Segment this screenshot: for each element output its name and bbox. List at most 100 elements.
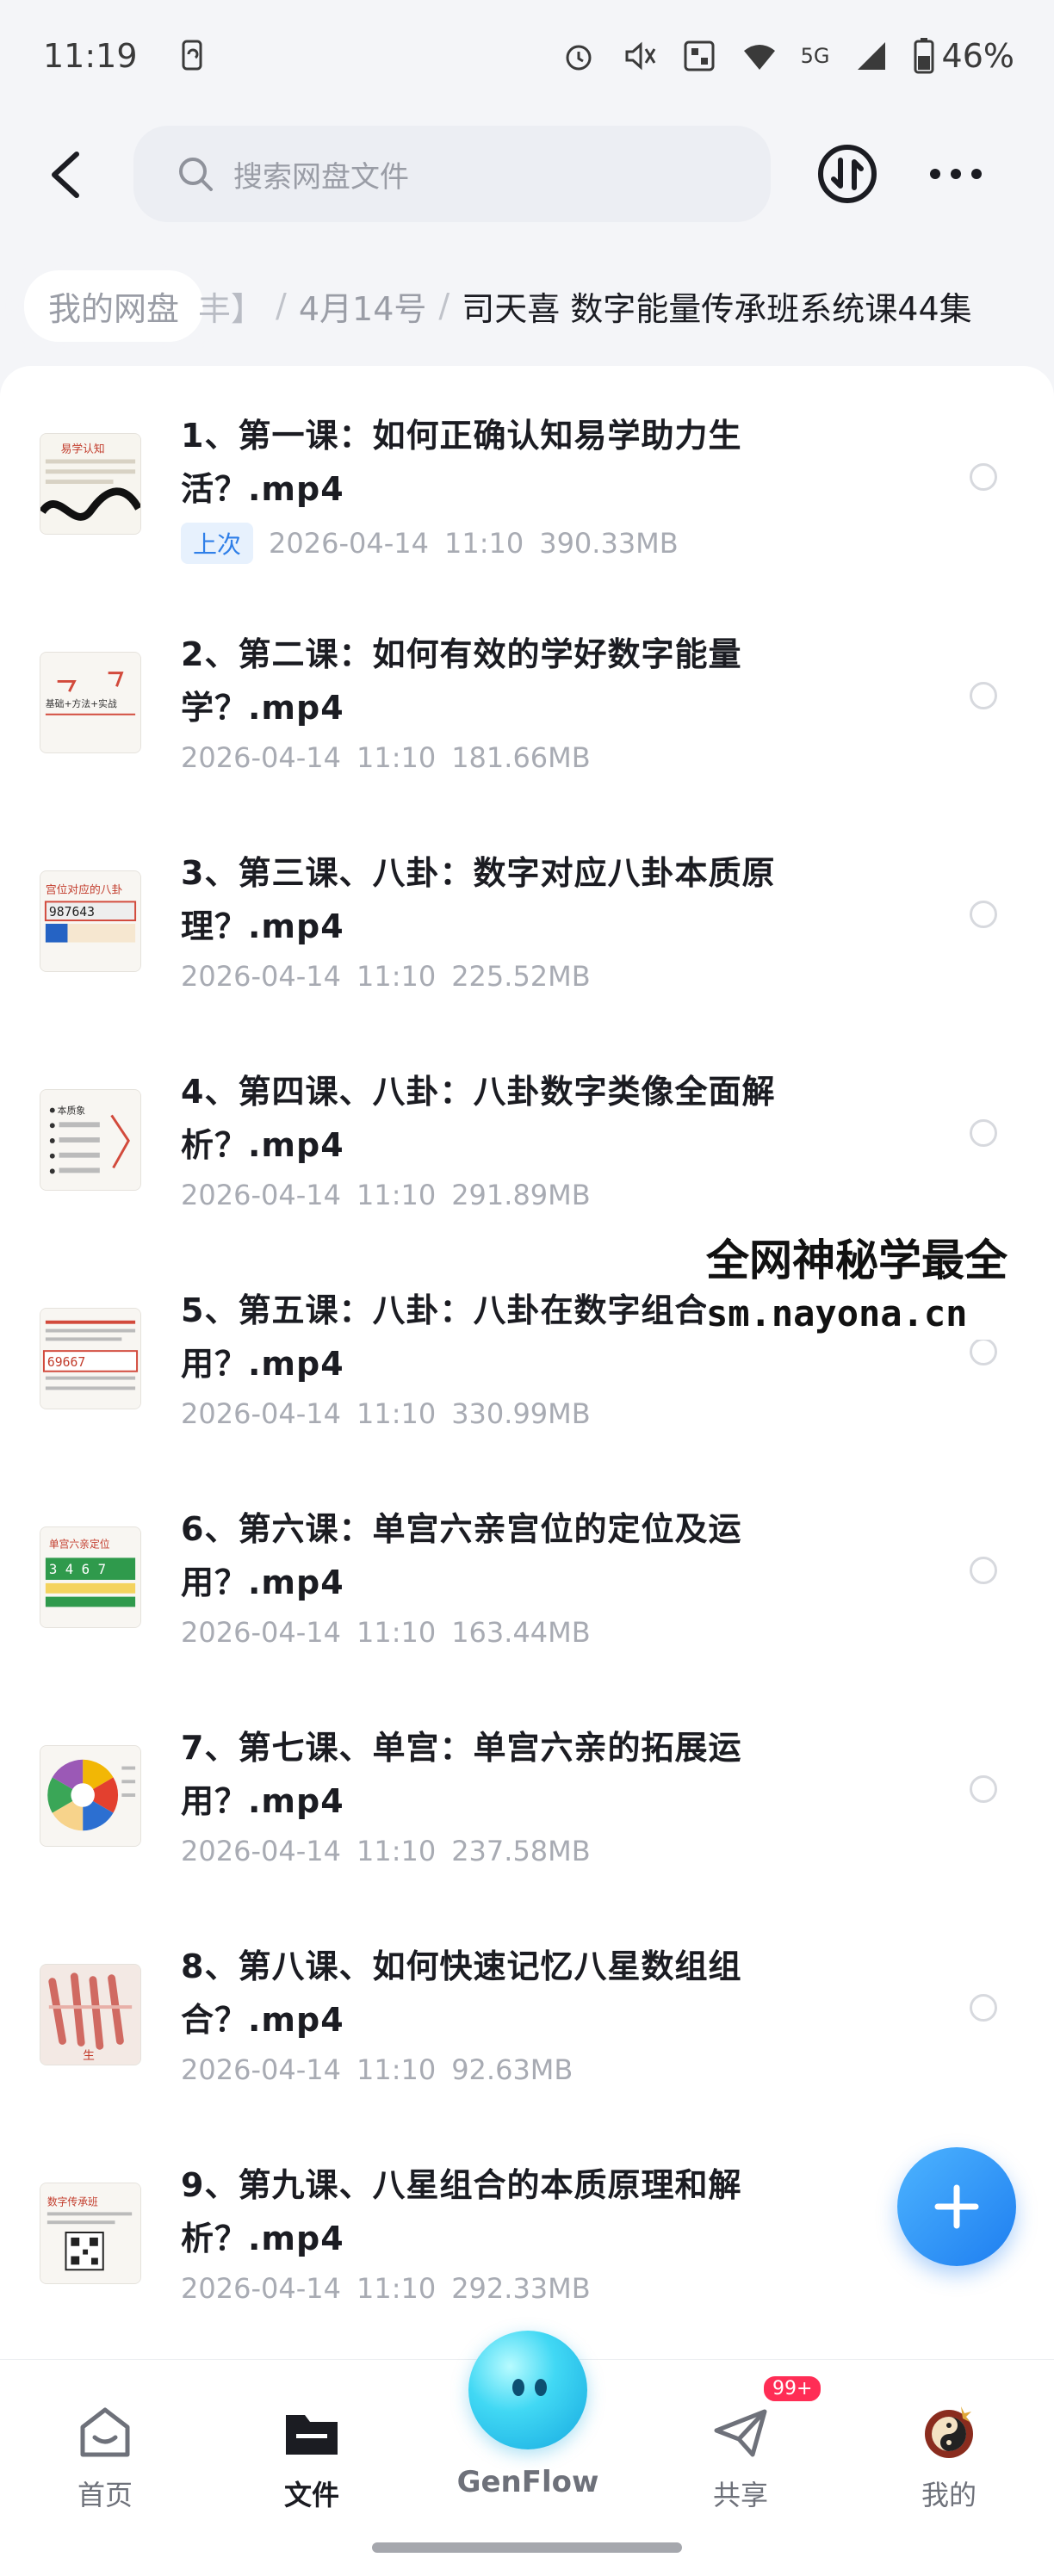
- file-meta: 2026-04-14 11:10 225.52MB: [181, 960, 591, 993]
- select-radio[interactable]: [970, 1119, 997, 1147]
- file-title: 8、第八课、如何快速记忆八星数组组合？.mp4: [181, 1947, 742, 2039]
- select-radio[interactable]: [970, 1338, 997, 1365]
- file-date: 2026-04-14: [181, 1179, 341, 1211]
- file-time: 11:10: [356, 960, 437, 993]
- file-size: 390.33MB: [539, 527, 679, 560]
- more-dot-icon: [930, 169, 940, 179]
- add-button[interactable]: [897, 2147, 1016, 2266]
- breadcrumb-separator: /: [438, 287, 450, 325]
- file-size: 225.52MB: [451, 960, 591, 993]
- chevron-left-icon: [52, 152, 79, 198]
- watermark-line2: sm.nayona.cn: [706, 1292, 968, 1334]
- transfer-button[interactable]: [816, 143, 878, 205]
- nav-share-label: 共享: [712, 2479, 768, 2511]
- nav-genflow-label[interactable]: GenFlow: [431, 2465, 625, 2499]
- select-radio[interactable]: [970, 682, 997, 709]
- file-meta: 2026-04-14 11:10 237.58MB: [181, 1835, 591, 1867]
- file-time: 11:10: [356, 741, 437, 774]
- file-size: 291.89MB: [451, 1179, 591, 1211]
- home-icon: [80, 2407, 130, 2457]
- file-title: 9、第九课、八星组合的本质原理和解析？.mp4: [181, 2166, 742, 2257]
- file-time: 11:10: [443, 527, 524, 560]
- file-meta: 2026-04-14 11:10 291.89MB: [181, 1179, 591, 1211]
- file-time: 11:10: [356, 2272, 437, 2305]
- file-meta: 上次 2026-04-14 11:10 390.33MB: [181, 523, 679, 564]
- watermark-overlay: 全网神秘学最全 sm.nayona.cn: [706, 1233, 1054, 1340]
- more-options-button[interactable]: [921, 146, 990, 201]
- file-row[interactable]: 数字传承班 9、第九课、八星组合的本质原理和解析？.mp4 2026-04-14…: [0, 2115, 1054, 2334]
- file-row[interactable]: 单宫六亲定位 3 4 6 7 6、第六课：单宫六亲宫位的定位及运用？.mp4 2…: [0, 1459, 1054, 1678]
- file-row[interactable]: 本质象 4、第四课、八卦：八卦数字类像全面解析？.mp4 2026-04-14 …: [0, 1022, 1054, 1241]
- file-date: 2026-04-14: [269, 527, 429, 560]
- phone-sync-icon: [182, 40, 202, 71]
- file-title: 7、第七课、单宫：单宫六亲的拓展运用？.mp4: [181, 1729, 742, 1820]
- select-radio[interactable]: [970, 1775, 997, 1803]
- yin-yang-avatar-icon: [925, 2406, 973, 2458]
- nav-home[interactable]: 首页: [36, 2401, 174, 2513]
- file-row[interactable]: 基础+方法+实战 2、第二课：如何有效的学好数字能量学？.mp4 2026-04…: [0, 585, 1054, 803]
- more-dot-icon: [971, 169, 982, 179]
- breadcrumb: 我的网盘 丰】 / 4月14号 / 司天喜 数字能量传承班系统课44集: [0, 263, 1054, 349]
- file-meta: 2026-04-14 11:10 92.63MB: [181, 2053, 573, 2086]
- file-size: 92.63MB: [451, 2053, 574, 2086]
- file-size: 292.33MB: [451, 2272, 591, 2305]
- file-list: 易学认知 1、第一课：如何正确认知易学助力生活？.mp4 上次 2026-04-…: [0, 366, 1054, 2359]
- svg-text:3 4 6 7: 3 4 6 7: [49, 1561, 106, 1577]
- video-thumbnail: 生: [40, 1964, 141, 2065]
- breadcrumb-truncated[interactable]: 丰】: [198, 282, 264, 330]
- select-radio[interactable]: [970, 463, 997, 491]
- alarm-icon: [566, 45, 592, 71]
- file-date: 2026-04-14: [181, 1616, 341, 1649]
- breadcrumb-root[interactable]: 我的网盘: [24, 269, 204, 342]
- select-radio[interactable]: [970, 1994, 997, 2022]
- last-played-badge: 上次: [181, 523, 254, 564]
- file-date: 2026-04-14: [181, 1835, 341, 1867]
- nav-files-label: 文件: [283, 2479, 339, 2511]
- file-title: 2、第二课：如何有效的学好数字能量学？.mp4: [181, 635, 742, 727]
- breadcrumb-current: 司天喜 数字能量传承班系统课44集: [462, 289, 972, 328]
- battery-level: 46%: [941, 37, 1014, 75]
- search-input[interactable]: 搜索网盘文件: [133, 126, 771, 222]
- battery-icon: [914, 38, 934, 74]
- svg-text:987643: 987643: [49, 905, 95, 920]
- file-row[interactable]: 宫位对应的八卦 987643 3、第三课、八卦：数字对应八卦本质原理？.mp4 …: [0, 803, 1054, 1022]
- file-row[interactable]: 7、第七课、单宫：单宫六亲的拓展运用？.mp4 2026-04-14 11:10…: [0, 1678, 1054, 1897]
- nav-share[interactable]: 共享: [672, 2401, 809, 2513]
- video-thumbnail: 数字传承班: [40, 2183, 141, 2284]
- thumb-text: 宫位对应的八卦: [46, 883, 123, 897]
- nav-mine-label: 我的: [921, 2479, 976, 2511]
- file-time: 11:10: [356, 1179, 437, 1211]
- file-size: 181.66MB: [451, 741, 591, 774]
- nav-mine[interactable]: 我的: [880, 2401, 1018, 2513]
- file-date: 2026-04-14: [181, 741, 341, 774]
- video-thumbnail: 69667: [40, 1308, 141, 1409]
- home-indicator[interactable]: [372, 2542, 682, 2553]
- thumb-text: 69667: [47, 1355, 85, 1370]
- breadcrumb-folder[interactable]: 4月14号: [299, 282, 427, 330]
- file-title: 4、第四课、八卦：八卦数字类像全面解析？.mp4: [181, 1073, 776, 1164]
- video-thumbnail: 易学认知: [40, 433, 141, 535]
- bottom-nav: 首页 文件 GenFlow 共享 99+ 我的: [0, 2331, 1054, 2576]
- thumb-text: 数字传承班: [47, 2196, 98, 2208]
- file-time: 11:10: [356, 1616, 437, 1649]
- file-time: 11:10: [356, 2053, 437, 2086]
- file-meta: 2026-04-14 11:10 181.66MB: [181, 741, 591, 774]
- nav-home-label: 首页: [77, 2479, 133, 2511]
- status-time: 11:19: [43, 37, 138, 75]
- watermark-line1: 全网神秘学最全: [706, 1235, 1008, 1285]
- video-thumbnail: 基础+方法+实战: [40, 652, 141, 753]
- genflow-orb-icon[interactable]: [468, 2331, 587, 2449]
- file-row[interactable]: 易学认知 1、第一课：如何正确认知易学助力生活？.mp4 上次 2026-04-…: [0, 366, 1054, 585]
- select-radio[interactable]: [970, 901, 997, 928]
- search-icon: [179, 158, 213, 191]
- file-row[interactable]: 生 8、第八课、如何快速记忆八星数组组合？.mp4 2026-04-14 11:…: [0, 1897, 1054, 2115]
- file-meta: 2026-04-14 11:10 330.99MB: [181, 1397, 591, 1430]
- search-placeholder: 搜索网盘文件: [233, 159, 409, 195]
- nav-files[interactable]: 文件: [243, 2401, 381, 2513]
- video-thumbnail: 单宫六亲定位 3 4 6 7: [40, 1526, 141, 1628]
- select-radio[interactable]: [970, 1557, 997, 1584]
- breadcrumb-separator: /: [276, 287, 287, 325]
- transfer-icon: [818, 145, 877, 203]
- back-button[interactable]: [34, 145, 95, 205]
- thumb-text: 易学认知: [61, 443, 105, 456]
